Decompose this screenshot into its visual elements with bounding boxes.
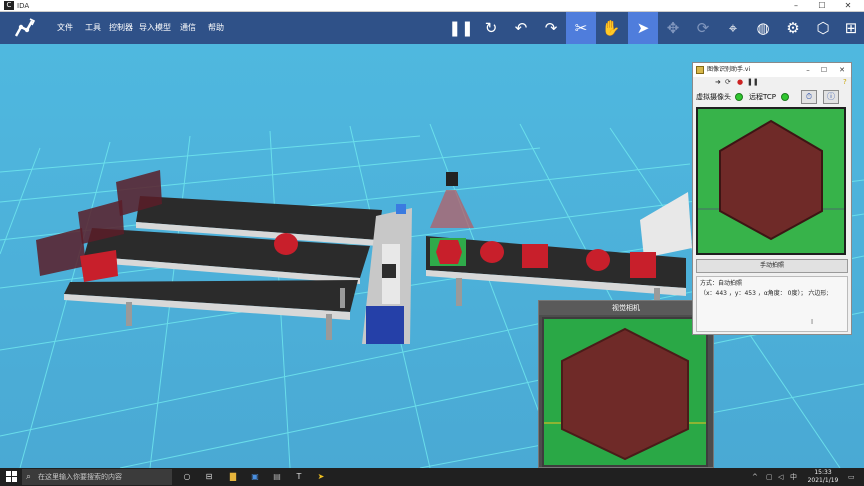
windows-start-icon[interactable]	[6, 471, 18, 483]
taskbar-search-input[interactable]: ⌕ 在这里输入你要搜索的内容	[22, 469, 172, 485]
vision-window-title: 视觉相机	[539, 301, 713, 315]
app-icon-ida[interactable]: ➤	[314, 470, 328, 484]
camera-preview	[696, 107, 846, 255]
volume-icon[interactable]: ◁	[778, 471, 783, 483]
minimize-icon[interactable]: –	[801, 63, 815, 77]
image-recognition-dialog[interactable]: 图像识别助手.vi – ☐ ✕ ➜ ⟳ ● ❚❚ ? 虚拟摄像头 远程TCP ⏱…	[692, 62, 852, 335]
menu-communication[interactable]: 通信	[180, 12, 196, 44]
title-bar: C IDA – ☐ ✕	[0, 0, 864, 12]
file-explorer-icon[interactable]: ▇	[226, 470, 240, 484]
run-controls: ➜ ⟳ ● ❚❚ ?	[693, 77, 851, 87]
pause-icon[interactable]: ❚❚	[446, 12, 476, 44]
recognition-result: 方式：自动拍照 （x：443 ，y：453 ，α角度： 0度）； 六边形; I	[696, 276, 848, 332]
vision-camera-window[interactable]: 视觉相机	[538, 300, 714, 468]
abort-icon[interactable]: ●	[737, 77, 743, 87]
menu-tools[interactable]: 工具	[85, 12, 101, 44]
camera-status-led	[735, 93, 743, 101]
dialog-titlebar: 图像识别助手.vi – ☐ ✕	[693, 63, 851, 77]
clock-date: 2021/1/19	[807, 477, 839, 484]
menu-help[interactable]: 帮助	[208, 12, 224, 44]
robot-arm-icon[interactable]: ✂	[566, 12, 596, 44]
rotate-icon[interactable]: ⟳	[688, 12, 718, 44]
notification-icon[interactable]: ▭	[848, 471, 855, 483]
taskbar-clock[interactable]: 15:33 2021/1/19	[804, 469, 842, 485]
undo-icon[interactable]: ↶	[506, 12, 536, 44]
app-logo-icon: C	[4, 1, 14, 10]
window-title: IDA	[17, 2, 30, 10]
robot-logo-icon	[12, 17, 36, 39]
vi-file-icon	[696, 66, 704, 74]
minimize-icon[interactable]: –	[784, 0, 808, 12]
tcp-label: 远程TCP	[749, 93, 776, 101]
redo-icon[interactable]: ↷	[536, 12, 566, 44]
clock-time: 15:33	[814, 469, 832, 476]
app-icon-blue[interactable]: ▣	[248, 470, 262, 484]
pointer-icon[interactable]: ➤	[628, 12, 658, 44]
tcp-status-led	[781, 93, 789, 101]
vision-camera-frame	[542, 317, 708, 467]
hand-icon[interactable]: ✋	[596, 12, 626, 44]
move-icon[interactable]: ✥	[658, 12, 688, 44]
camera-label: 虚拟摄像头	[696, 93, 731, 101]
maximize-icon[interactable]: ☐	[810, 0, 834, 12]
layout-icon[interactable]: ⊞	[836, 12, 864, 44]
menu-toolbar: 文件 工具 控制器 导入模型 通信 帮助 ❚❚ ↻ ↶ ↷ ✂ ✋ ➤ ✥ ⟳ …	[0, 12, 864, 44]
result-detail: （x：443 ，y：453 ，α角度： 0度）； 六边形;	[700, 290, 829, 297]
pause-icon[interactable]: ❚❚	[747, 77, 759, 87]
menu-file[interactable]: 文件	[57, 12, 73, 44]
app-icon-tia[interactable]: T	[292, 470, 306, 484]
maximize-icon[interactable]: ☐	[817, 63, 831, 77]
menu-import-model[interactable]: 导入模型	[139, 12, 171, 44]
timer-icon[interactable]: ⏱	[801, 90, 817, 104]
text-cursor-icon: I	[811, 318, 814, 326]
ime-label[interactable]: 中	[790, 471, 797, 483]
taskbar: ⌕ 在这里输入你要搜索的内容 ○ ⊟ ▇ ▣ ▤ T ➤ ^ ▢ ◁ 中 15:…	[0, 468, 864, 486]
result-mode: 方式：自动拍照	[700, 280, 743, 287]
globe-icon[interactable]: ◍	[748, 12, 778, 44]
menu-controller[interactable]: 控制器	[109, 12, 133, 44]
search-placeholder: 在这里输入你要搜索的内容	[38, 473, 122, 481]
close-icon[interactable]: ✕	[836, 0, 860, 12]
app-icon-grey[interactable]: ▤	[270, 470, 284, 484]
manual-capture-button[interactable]: 手动拍照	[696, 259, 848, 273]
task-view-icon[interactable]: ○	[180, 470, 194, 484]
status-row: 虚拟摄像头 远程TCP ⏱ ⓘ	[693, 89, 851, 105]
run-continuous-icon[interactable]: ⟳	[725, 77, 731, 87]
cube-icon[interactable]: ⬡	[808, 12, 838, 44]
search-icon: ⌕	[26, 472, 32, 482]
dialog-title: 图像识别助手.vi	[707, 66, 751, 73]
tray-chevron-icon[interactable]: ^	[752, 471, 758, 483]
close-icon[interactable]: ✕	[835, 63, 849, 77]
settings-icon[interactable]: ⚙	[778, 12, 808, 44]
crosshair-icon[interactable]: ⌖	[718, 12, 748, 44]
refresh-icon[interactable]: ↻	[476, 12, 506, 44]
network-icon[interactable]: ▢	[766, 471, 773, 483]
run-arrow-icon[interactable]: ➜	[715, 77, 721, 87]
help-icon[interactable]: ?	[843, 77, 847, 87]
widgets-icon[interactable]: ⊟	[202, 470, 216, 484]
info-icon[interactable]: ⓘ	[823, 90, 839, 104]
